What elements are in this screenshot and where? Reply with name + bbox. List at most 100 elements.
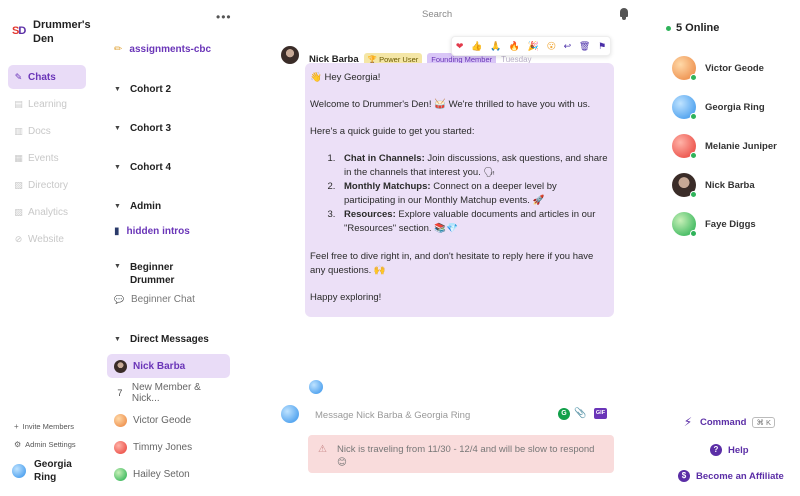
money-bag-icon: $ xyxy=(678,470,690,482)
message-intro: Welcome to Drummer's Den! 🥁 We're thrill… xyxy=(310,99,591,110)
keyboard-shortcut: ⌘ K xyxy=(752,416,776,428)
paperclip-icon[interactable]: 📎 xyxy=(574,408,586,420)
admin-settings-link[interactable]: ⚙ Admin Settings xyxy=(14,435,76,453)
gear-icon: ⚙ xyxy=(14,439,22,449)
dm-timmy-jones[interactable]: Timmy Jones xyxy=(107,435,230,459)
status-text: Nick is traveling from 11/30 - 12/4 and … xyxy=(336,444,595,468)
dm-victor-geode[interactable]: Victor Geode xyxy=(107,408,230,432)
online-indicator xyxy=(690,230,697,237)
avatar xyxy=(114,440,127,454)
online-user-melanie-juniper[interactable]: Melanie Juniper xyxy=(672,134,777,159)
group-cohort-2[interactable]: ▼ Cohort 2 xyxy=(114,84,171,95)
nav-item-label: Analytics xyxy=(28,206,69,218)
online-dot-icon xyxy=(666,25,671,31)
avatar xyxy=(114,359,127,373)
online-indicator xyxy=(690,74,697,81)
chart-icon: ▨ xyxy=(14,206,23,217)
dm-label: New Member & Nick... xyxy=(131,382,201,404)
reply-icon[interactable]: ↩ xyxy=(564,41,572,52)
nav-item-label: Chats xyxy=(28,71,56,83)
message-closing: Feel free to dive right in, and don't he… xyxy=(310,251,594,276)
message-bubble: 👋 Hey Georgia! Welcome to Drummer's Den!… xyxy=(305,63,614,317)
nav-item-label: Directory xyxy=(28,179,69,191)
nav-item-docs[interactable]: ▥ Docs xyxy=(8,119,86,143)
more-options-icon[interactable]: ••• xyxy=(216,10,232,24)
chevron-down-icon: ▼ xyxy=(114,203,121,210)
nav-item-events[interactable]: ▦ Events xyxy=(8,146,86,170)
search-box[interactable]: Search xyxy=(422,9,452,20)
avatar xyxy=(309,380,323,394)
online-user-victor-geode[interactable]: Victor Geode xyxy=(672,56,764,81)
bell-icon[interactable] xyxy=(617,7,631,21)
dm-hailey-seton[interactable]: Hailey Seton xyxy=(107,462,230,486)
party-icon[interactable]: 🎉 xyxy=(528,41,539,52)
channel-hidden-intros[interactable]: ▮ hidden intros xyxy=(114,226,190,237)
group-direct-messages[interactable]: ▼ Direct Messages xyxy=(114,334,209,345)
chevron-down-icon: ▼ xyxy=(114,263,121,270)
online-user-georgia-ring[interactable]: Georgia Ring xyxy=(672,95,765,120)
dm-group-new-member[interactable]: 7 New Member & Nick... xyxy=(107,381,230,405)
heart-icon[interactable]: ❤ xyxy=(456,41,464,52)
message-guide-intro: Here's a quick guide to get you started: xyxy=(310,126,475,137)
speech-bubble-icon: 💬 xyxy=(114,295,124,304)
workspace-logo: SD xyxy=(12,25,26,37)
online-user-faye-diggs[interactable]: Faye Diggs xyxy=(672,212,756,237)
group-label: Cohort 3 xyxy=(129,123,172,134)
command-label: Command xyxy=(700,416,747,428)
member-count: 7 xyxy=(117,388,123,398)
trash-icon[interactable]: 🗑 xyxy=(579,41,590,52)
nav-item-label: Docs xyxy=(28,125,51,137)
chevron-down-icon: ▼ xyxy=(114,336,121,343)
fire-icon[interactable]: 🔥 xyxy=(509,41,520,52)
nav-footer: + Invite Members ⚙ Admin Settings xyxy=(14,417,76,453)
group-beginner-drummer[interactable]: ▼ Beginner Drummer xyxy=(114,261,190,287)
message-input[interactable] xyxy=(306,409,546,421)
online-user-name: Melanie Juniper xyxy=(705,140,777,152)
help-button[interactable]: ? Help xyxy=(710,444,749,456)
group-cohort-3[interactable]: ▼ Cohort 3 xyxy=(114,123,171,134)
channel-beginner-chat[interactable]: 💬 Beginner Chat xyxy=(114,294,195,305)
thumbs-up-icon[interactable]: 👍 xyxy=(471,41,482,52)
channel-label: hidden intros xyxy=(126,226,190,237)
nav-item-label: Events xyxy=(28,152,59,164)
affiliate-label: Become an Affiliate xyxy=(696,470,784,482)
surprised-icon[interactable]: 😮 xyxy=(547,41,556,52)
channel-assignments-cbc[interactable]: ✏ assignments-cbc xyxy=(114,44,211,55)
flag-icon[interactable]: ⚑ xyxy=(598,41,606,52)
calendar-icon: ▦ xyxy=(14,152,23,163)
feather-icon: ✎ xyxy=(14,71,23,82)
nav-item-learning[interactable]: ▤ Learning xyxy=(8,92,86,116)
group-cohort-4[interactable]: ▼ Cohort 4 xyxy=(114,162,171,173)
nav-item-chats[interactable]: ✎ Chats xyxy=(8,65,86,89)
plus-icon: + xyxy=(14,421,19,431)
online-indicator xyxy=(690,191,697,198)
online-indicator xyxy=(690,113,697,120)
doc-icon: ▥ xyxy=(14,125,23,136)
current-user-name: Georgia Ring xyxy=(34,459,72,483)
admin-settings-label: Admin Settings xyxy=(25,439,76,449)
become-affiliate-button[interactable]: $ Become an Affiliate xyxy=(678,470,784,482)
nav-item-website[interactable]: ⊘ Website xyxy=(8,227,86,251)
help-label: Help xyxy=(728,444,749,456)
online-user-nick-barba[interactable]: Nick Barba xyxy=(672,173,755,198)
pray-icon[interactable]: 🙏 xyxy=(490,41,501,52)
avatar[interactable] xyxy=(281,46,299,64)
group-admin[interactable]: ▼ Admin xyxy=(114,201,161,212)
invite-members-link[interactable]: + Invite Members xyxy=(14,417,76,435)
workspace-brand[interactable]: SD Drummer's Den xyxy=(12,18,93,46)
message-greeting: 👋 Hey Georgia! xyxy=(310,72,381,83)
command-palette-button[interactable]: ⚡ Command ⌘ K xyxy=(682,416,776,428)
online-count: 5 Online xyxy=(676,22,720,34)
avatar xyxy=(12,464,26,478)
gif-icon[interactable]: GIF xyxy=(594,408,607,419)
avatar xyxy=(114,413,127,427)
workspace-name: Drummer's Den xyxy=(33,19,91,45)
grammarly-icon[interactable]: G xyxy=(558,408,570,420)
nav-item-directory[interactable]: ▧ Directory xyxy=(8,173,86,197)
group-label: Cohort 2 xyxy=(129,84,172,95)
nav-item-analytics[interactable]: ▨ Analytics xyxy=(8,200,86,224)
dm-label: Nick Barba xyxy=(133,360,186,372)
list-item: Chat in Channels: Join discussions, ask … xyxy=(338,152,608,180)
dm-nick-barba[interactable]: Nick Barba xyxy=(107,354,230,378)
current-user[interactable]: Georgia Ring xyxy=(12,458,84,484)
